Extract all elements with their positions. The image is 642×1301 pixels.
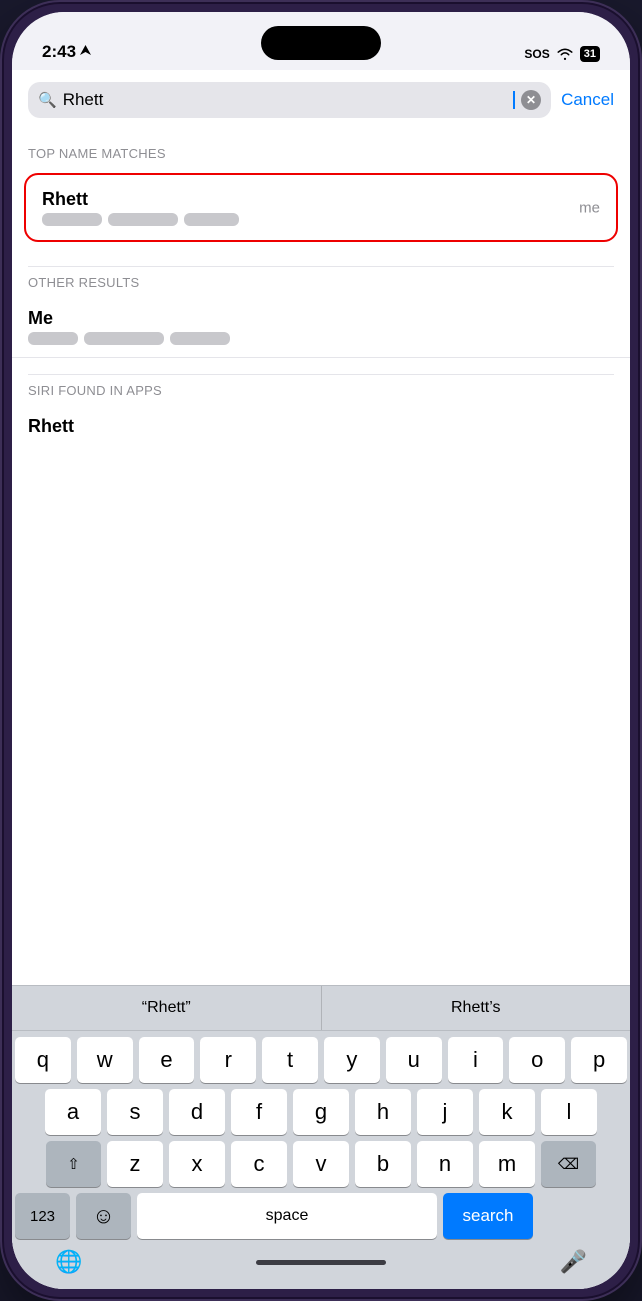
content-area: 🔍 Rhett ✕ Cancel TOP NAME MATCHES Rhett <box>12 70 630 1289</box>
key-h[interactable]: h <box>355 1089 411 1135</box>
key-l[interactable]: l <box>541 1089 597 1135</box>
search-input-wrapper[interactable]: 🔍 Rhett ✕ <box>28 82 551 118</box>
search-input[interactable]: Rhett <box>63 90 506 110</box>
key-k[interactable]: k <box>479 1089 535 1135</box>
key-row-3: ⇧ z x c v b n m ⌫ <box>15 1141 627 1187</box>
key-f[interactable]: f <box>231 1089 287 1135</box>
key-o[interactable]: o <box>509 1037 565 1083</box>
other-result-item-0[interactable]: Me <box>12 296 630 358</box>
key-row-bottom: 123 ☺ space search <box>15 1193 627 1239</box>
time-display: 2:43 <box>42 42 76 62</box>
blurred-detail-1 <box>42 213 102 226</box>
search-bar-row: 🔍 Rhett ✕ Cancel <box>12 70 630 126</box>
autocomplete-item-0[interactable]: “Rhett” <box>12 986 322 1030</box>
key-b[interactable]: b <box>355 1141 411 1187</box>
sos-badge: SOS <box>524 47 549 61</box>
blurred-other-2 <box>84 332 164 345</box>
bottom-nav-row: 🌐 🎤 <box>15 1243 627 1285</box>
status-time: 2:43 <box>42 42 91 62</box>
phone-shell: 2:43 SOS 31 � <box>0 0 642 1301</box>
top-match-detail <box>42 213 600 226</box>
key-c[interactable]: c <box>231 1141 287 1187</box>
other-result-detail-0 <box>28 332 614 345</box>
key-row-2: a s d f g h j k l <box>15 1089 627 1135</box>
mic-icon[interactable]: 🎤 <box>560 1249 587 1275</box>
key-u[interactable]: u <box>386 1037 442 1083</box>
key-emoji[interactable]: ☺ <box>76 1193 131 1239</box>
siri-result-name-0: Rhett <box>28 416 614 437</box>
key-backspace[interactable]: ⌫ <box>541 1141 596 1187</box>
key-g[interactable]: g <box>293 1089 349 1135</box>
key-n[interactable]: n <box>417 1141 473 1187</box>
section-header-other-results: OTHER RESULTS <box>12 267 630 296</box>
key-t[interactable]: t <box>262 1037 318 1083</box>
screen: 2:43 SOS 31 � <box>12 12 630 1289</box>
key-q[interactable]: q <box>15 1037 71 1083</box>
me-label: me <box>579 199 600 216</box>
top-match-name: Rhett <box>42 189 600 210</box>
autocomplete-bar: “Rhett” Rhett’s <box>12 985 630 1031</box>
key-d[interactable]: d <box>169 1089 225 1135</box>
globe-icon[interactable]: 🌐 <box>55 1249 82 1275</box>
key-search[interactable]: search <box>443 1193 533 1239</box>
key-v[interactable]: v <box>293 1141 349 1187</box>
blurred-detail-2 <box>108 213 178 226</box>
key-r[interactable]: r <box>200 1037 256 1083</box>
siri-result-item-0[interactable]: Rhett <box>12 404 630 452</box>
key-y[interactable]: y <box>324 1037 380 1083</box>
key-shift[interactable]: ⇧ <box>46 1141 101 1187</box>
blurred-other-3 <box>170 332 230 345</box>
key-a[interactable]: a <box>45 1089 101 1135</box>
home-bar <box>256 1260 386 1265</box>
section-header-siri-found: SIRI FOUND IN APPS <box>12 375 630 404</box>
keyboard: q w e r t y u i o p a s d f g <box>12 1031 630 1289</box>
key-z[interactable]: z <box>107 1141 163 1187</box>
key-123[interactable]: 123 <box>15 1193 70 1239</box>
key-m[interactable]: m <box>479 1141 535 1187</box>
key-p[interactable]: p <box>571 1037 627 1083</box>
clear-icon: ✕ <box>526 94 536 106</box>
key-x[interactable]: x <box>169 1141 225 1187</box>
results-area: TOP NAME MATCHES Rhett me OTHER RESULTS … <box>12 126 630 985</box>
location-icon <box>80 45 91 59</box>
key-i[interactable]: i <box>448 1037 504 1083</box>
autocomplete-item-1[interactable]: Rhett’s <box>322 986 631 1030</box>
blurred-detail-3 <box>184 213 239 226</box>
key-j[interactable]: j <box>417 1089 473 1135</box>
other-result-name-0: Me <box>28 308 614 329</box>
key-row-1: q w e r t y u i o p <box>15 1037 627 1083</box>
home-indicator-spacer <box>82 1260 559 1265</box>
blurred-other-1 <box>28 332 78 345</box>
key-space[interactable]: space <box>137 1193 437 1239</box>
status-icons: SOS 31 <box>524 46 600 62</box>
battery-indicator: 31 <box>580 46 600 62</box>
text-cursor <box>513 91 515 109</box>
cancel-button[interactable]: Cancel <box>561 90 614 110</box>
search-icon: 🔍 <box>38 91 57 109</box>
key-s[interactable]: s <box>107 1089 163 1135</box>
wifi-icon <box>556 47 574 61</box>
search-clear-button[interactable]: ✕ <box>521 90 541 110</box>
section-header-top-matches: TOP NAME MATCHES <box>12 138 630 167</box>
battery-level: 31 <box>584 48 596 60</box>
key-e[interactable]: e <box>139 1037 195 1083</box>
dynamic-island <box>261 26 381 60</box>
key-w[interactable]: w <box>77 1037 133 1083</box>
top-match-item[interactable]: Rhett me <box>24 173 618 242</box>
